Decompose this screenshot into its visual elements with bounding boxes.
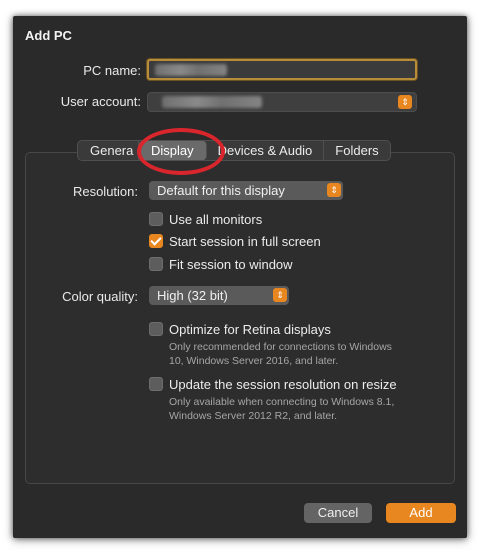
- settings-panel: [25, 152, 455, 484]
- redacted-text: [162, 96, 262, 108]
- update-resolution-note-line-1: Only available when connecting to Window…: [169, 396, 395, 408]
- updown-arrows-icon: ⇕: [273, 288, 287, 302]
- optimize-retina-checkbox[interactable]: [149, 322, 163, 336]
- cancel-button[interactable]: Cancel: [304, 503, 372, 523]
- add-button[interactable]: Add: [386, 503, 456, 523]
- update-resolution-note-line-2: Windows Server 2012 R2, and later.: [169, 410, 338, 422]
- fit-to-window-label: Fit session to window: [169, 257, 293, 272]
- fit-to-window-checkbox[interactable]: [149, 257, 163, 271]
- color-quality-value: High (32 bit): [157, 288, 228, 303]
- user-account-label: User account:: [60, 94, 141, 109]
- resolution-value: Default for this display: [157, 183, 285, 198]
- optimize-retina-label: Optimize for Retina displays: [169, 322, 331, 337]
- pc-name-label: PC name:: [83, 63, 141, 78]
- updown-arrows-icon: ⇕: [398, 95, 412, 109]
- dialog-title: Add PC: [25, 28, 72, 43]
- pc-name-field[interactable]: [147, 59, 417, 80]
- optimize-retina-note-line-2: 10, Windows Server 2016, and later.: [169, 355, 339, 367]
- color-quality-select[interactable]: High (32 bit) ⇕: [149, 286, 289, 305]
- tab-bar: Genera Display Devices & Audio Folders: [77, 140, 391, 161]
- add-pc-dialog: Add PC PC name: User account: ⇕ Genera D…: [13, 16, 467, 538]
- use-all-monitors-checkbox[interactable]: [149, 212, 163, 226]
- update-resolution-label: Update the session resolution on resize: [169, 377, 397, 392]
- tab-display[interactable]: Display: [139, 141, 207, 160]
- tab-devices-audio[interactable]: Devices & Audio: [207, 141, 325, 160]
- use-all-monitors-label: Use all monitors: [169, 212, 263, 227]
- color-quality-label: Color quality:: [62, 289, 138, 304]
- tab-folders[interactable]: Folders: [324, 141, 389, 160]
- resolution-select[interactable]: Default for this display ⇕: [149, 181, 343, 200]
- redacted-text: [155, 64, 227, 76]
- user-account-select[interactable]: ⇕: [147, 92, 417, 112]
- optimize-retina-note-line-1: Only recommended for connections to Wind…: [169, 341, 392, 353]
- full-screen-checkbox[interactable]: [149, 234, 163, 248]
- updown-arrows-icon: ⇕: [327, 183, 341, 197]
- update-resolution-checkbox[interactable]: [149, 377, 163, 391]
- full-screen-label: Start session in full screen: [169, 234, 321, 249]
- tab-general[interactable]: Genera: [78, 141, 139, 160]
- resolution-label: Resolution:: [72, 184, 138, 199]
